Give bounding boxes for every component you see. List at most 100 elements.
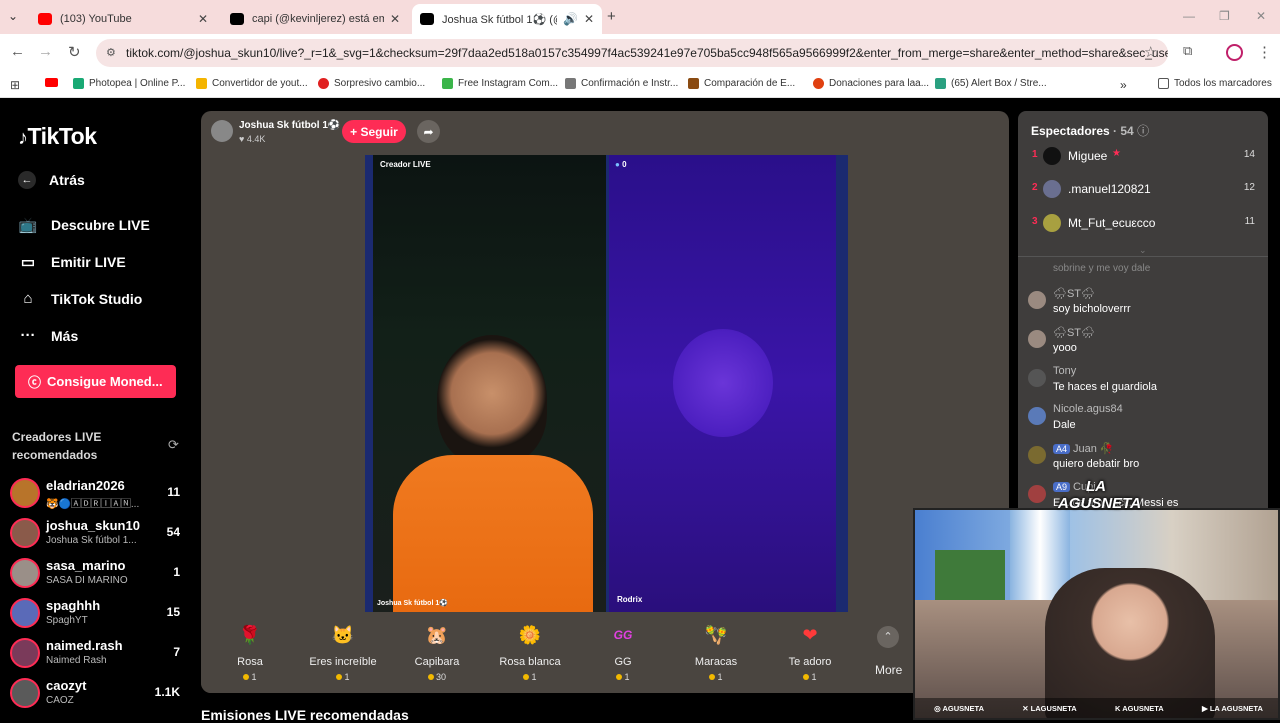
heart-icon: ❤ [802, 625, 818, 645]
chevron-up-icon[interactable]: ⌃ [877, 626, 899, 648]
avatar [1028, 485, 1046, 503]
site-settings-icon[interactable]: ⚙ [106, 39, 116, 67]
bookmark-sorpresivo[interactable]: Sorpresivo cambio... [318, 78, 425, 89]
bookmark-instagram[interactable]: Free Instagram Com... [442, 78, 558, 89]
avatar [10, 518, 40, 548]
host-name[interactable]: Joshua Sk fútbol 1⚽ [239, 120, 340, 131]
recommended-streams-title: Emisiones LIVE recomendadas [201, 707, 409, 723]
folder-icon [1158, 78, 1169, 89]
tiktok-note-icon: ♪ [18, 127, 28, 149]
chat-message[interactable]: Tony Te haces el guardiola [1028, 365, 1258, 401]
info-icon: ⓘ [1137, 124, 1150, 138]
creator-item[interactable]: joshua_skun10 Joshua Sk fútbol 1... 54 [10, 516, 182, 552]
gift-item[interactable]: 🌼 Rosa blanca 1 [490, 612, 570, 682]
viewers-header[interactable]: Espectadores · 54 ⓘ [1031, 122, 1149, 139]
guest-video: ● 0 Rodrix [609, 155, 836, 612]
tab-joshua[interactable]: Joshua Sk fútbol 1⚽ (@jos 🔊 ✕ [412, 4, 602, 34]
apps-grid-icon[interactable]: ⊞ [10, 78, 20, 92]
gift-item[interactable]: 🪇 Maracas 1 [676, 612, 756, 682]
chevron-down-icon[interactable]: ⌄ [1139, 245, 1147, 256]
host-avatar[interactable] [211, 120, 233, 142]
window-close-icon[interactable]: ✕ [1256, 9, 1266, 23]
share-icon[interactable]: ➦ [417, 120, 440, 143]
menu-kebab-icon[interactable]: ⋮ [1257, 43, 1272, 61]
forward-arrow-icon[interactable]: → [38, 43, 53, 60]
avatar [1043, 214, 1061, 232]
gift-item[interactable]: 🐱 Eres increíble 1 [303, 612, 383, 682]
back-arrow-icon[interactable]: ← [10, 43, 25, 60]
nav-studio[interactable]: ⌂ TikTok Studio [18, 290, 142, 307]
gift-item[interactable]: 🌹 Rosa 1 [210, 612, 290, 682]
close-icon[interactable]: ✕ [198, 12, 208, 26]
get-coins-button[interactable]: ⓒ Consigue Moned... [15, 365, 176, 398]
gem-icon: ● [615, 160, 620, 169]
divider [1018, 256, 1268, 257]
more-gifts-button[interactable]: More [875, 663, 902, 677]
creator-item[interactable]: caozyt CAOZ 1.1K [10, 676, 182, 712]
nav-go-live[interactable]: ▭ Emitir LIVE [18, 253, 126, 271]
top-viewer-row[interactable]: 1 Miguee ★ 14 [1018, 146, 1268, 168]
doc-icon [688, 78, 699, 89]
more-bookmarks-icon[interactable]: » [1120, 78, 1127, 92]
bookmark-comparacion[interactable]: Comparación de E... [688, 78, 795, 89]
nav-more[interactable]: ··· Más [18, 327, 79, 344]
chat-message[interactable]: Nicole.agus84 Dale [1028, 403, 1258, 439]
youtube-icon [38, 13, 52, 25]
dots-icon: ··· [20, 327, 36, 344]
creator-item[interactable]: spaghhh SpaghYT 15 [10, 596, 182, 632]
creator-item[interactable]: sasa_marino SASA DI MARINO 1 [10, 556, 182, 592]
bookmark-photopea[interactable]: Photopea | Online P... [73, 78, 185, 89]
nav-back[interactable]: ← Atrás [18, 171, 85, 189]
tab-youtube[interactable]: (103) YouTube ✕ [30, 4, 216, 34]
new-tab-icon[interactable]: + [607, 8, 616, 25]
gift-item[interactable]: ❤ Te adoro 1 [770, 612, 850, 682]
guest-score: ● 0 [615, 160, 627, 169]
bookmark-confirmacion[interactable]: Confirmación e Instr... [565, 78, 678, 89]
close-icon[interactable]: ✕ [584, 12, 594, 26]
gift-item[interactable]: 🐹 Capibara 30 [397, 612, 477, 682]
chat-message[interactable]: 🌧ST🌧 soy bicholoverrr [1028, 287, 1258, 323]
url-field[interactable]: ⚙ tiktok.com/@joshua_skun10/live?_r=1&_s… [96, 39, 1168, 67]
reload-icon[interactable]: ↻ [68, 43, 81, 61]
gift-item[interactable]: GG GG 1 [583, 612, 663, 682]
bookmark-alertbox[interactable]: (65) Alert Box / Stre... [935, 78, 1047, 89]
left-video-name: Joshua Sk fútbol 1⚽ [377, 600, 448, 607]
close-icon[interactable]: ✕ [390, 12, 400, 26]
rose-icon: 🌹 [238, 625, 262, 645]
host-video: Creador LIVE Joshua Sk fútbol 1⚽ [373, 155, 606, 612]
avatar [10, 678, 40, 708]
creator-item[interactable]: naimed.rash Naimed Rash 7 [10, 636, 182, 672]
follow-button[interactable]: + Seguir [342, 120, 406, 143]
extensions-icon[interactable]: ⧉ [1183, 43, 1192, 59]
bookmark-convertidor[interactable]: Convertidor de yout... [196, 78, 308, 89]
tiktok-logo[interactable]: ♪TikTok [18, 123, 97, 150]
chat-message[interactable]: 🌧ST🌧 yooo [1028, 326, 1258, 362]
kick-handle: K AGUSNETA [1114, 703, 1164, 713]
kick-icon: K [1114, 703, 1121, 713]
refresh-icon[interactable]: ⟳ [168, 437, 179, 453]
cat-icon: 🐱 [331, 625, 355, 645]
tab-search-icon[interactable]: ⌄ [8, 9, 18, 23]
chat-message[interactable]: A4 Juan 🥀 quiero debatir bro [1028, 442, 1258, 478]
top-viewer-row[interactable]: 2 .manuel120821 12 [1018, 179, 1268, 201]
avatar [1043, 180, 1061, 198]
star-icon[interactable]: ☆ [1144, 43, 1157, 61]
live-panel: Joshua Sk fútbol 1⚽ ♥ 4.4K + Seguir ➦ Cr… [201, 111, 1009, 693]
bookmark-donaciones[interactable]: Donaciones para laa... [813, 78, 929, 89]
live-video[interactable]: Creador LIVE Joshua Sk fútbol 1⚽ ● 0 Rod… [365, 155, 848, 612]
gg-icon: GG [613, 628, 633, 642]
restore-icon[interactable]: ❐ [1219, 9, 1230, 23]
avatar [10, 478, 40, 508]
minimize-icon[interactable]: — [1183, 9, 1195, 23]
speaker-icon[interactable]: 🔊 [563, 12, 578, 26]
creator-item[interactable]: eladrian2026 🐯🔵🄰🄳🅁🄸🄰🄽... 11 [10, 476, 182, 512]
sidebar: ♪TikTok ← Atrás 📺 Descubre LIVE ▭ Emitir LI… [0, 99, 195, 720]
top-viewer-row[interactable]: 3 Mt_Fut_ecuεcco 11 [1018, 213, 1268, 235]
profile-avatar-icon[interactable] [1226, 44, 1243, 61]
c-icon [813, 78, 824, 89]
youtube-bookmark-icon[interactable] [45, 78, 63, 87]
tab-capi[interactable]: capi (@kevinljerez) está emitien ✕ [222, 4, 408, 34]
orange-jersey [393, 455, 593, 612]
all-bookmarks[interactable]: Todos los marcadores [1158, 78, 1272, 89]
nav-discover-live[interactable]: 📺 Descubre LIVE [18, 216, 150, 234]
